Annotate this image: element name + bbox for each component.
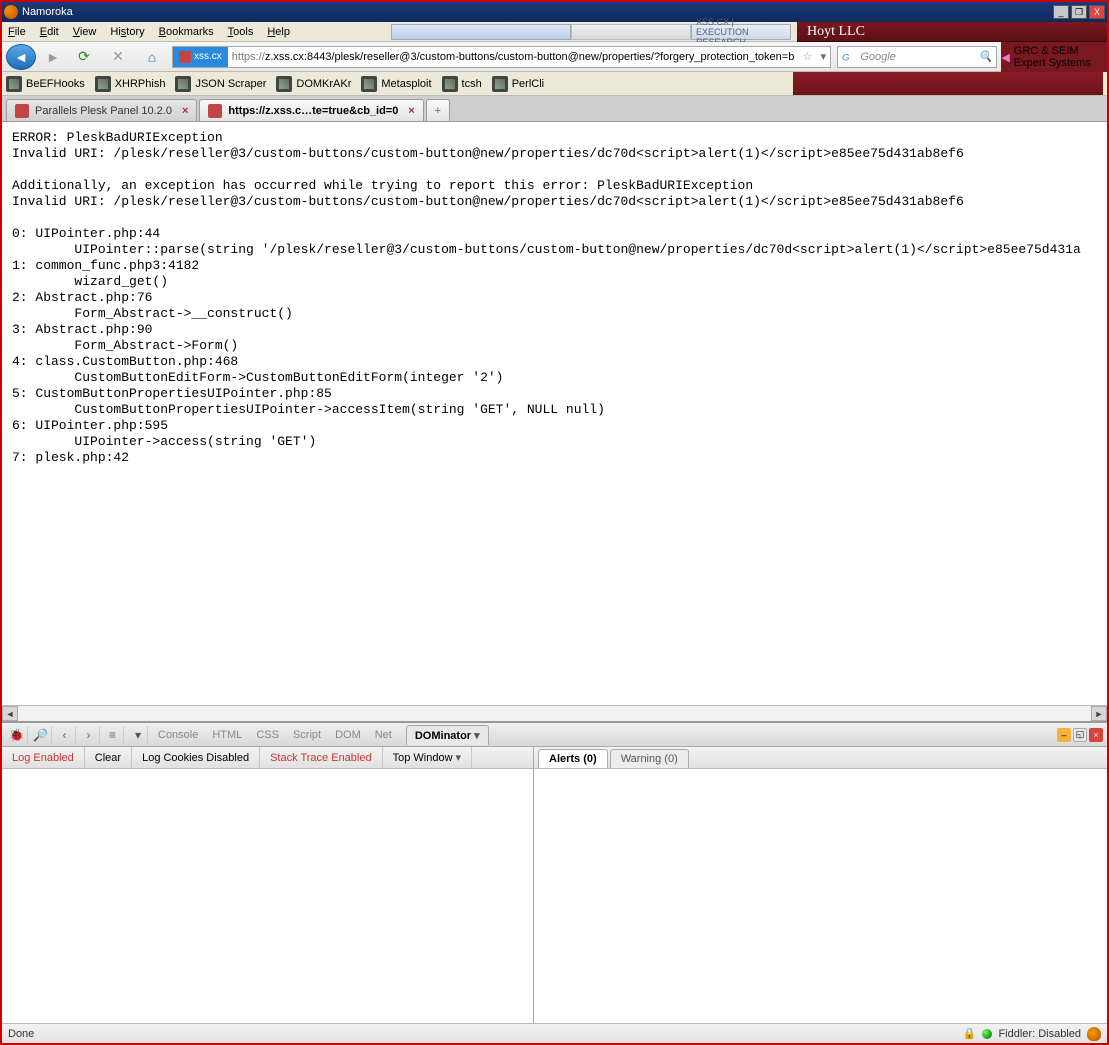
forward-button[interactable]: ►: [42, 46, 64, 68]
devtab-html[interactable]: HTML: [212, 729, 242, 741]
search-go-icon[interactable]: 🔍: [979, 50, 993, 63]
reload-button[interactable]: ⟳: [70, 45, 98, 69]
opt-log-enabled[interactable]: Log Enabled: [2, 747, 85, 768]
google-icon: G: [842, 50, 856, 64]
devtab-dominator[interactable]: DOMinator: [406, 725, 489, 745]
devtab-net[interactable]: Net: [375, 729, 392, 741]
scroll-left-icon[interactable]: ◄: [2, 706, 18, 721]
lock-icon: [963, 1027, 977, 1040]
url-dropdown-icon[interactable]: ▾: [816, 50, 830, 63]
minimize-button[interactable]: _: [1053, 5, 1069, 19]
dev-close-icon[interactable]: ×: [1089, 728, 1103, 742]
favicon-icon: [15, 104, 29, 118]
devtab-dom[interactable]: DOM: [335, 729, 361, 741]
bookmark-icon: [175, 76, 191, 92]
app-icon: [4, 5, 18, 19]
bookmark-star-icon[interactable]: ☆: [798, 50, 816, 63]
maximize-button[interactable]: ❐: [1071, 5, 1087, 19]
menu-history[interactable]: History: [110, 26, 144, 38]
nav-next-icon[interactable]: ›: [78, 726, 100, 744]
menu-view[interactable]: View: [73, 26, 97, 38]
menu-file[interactable]: File: [8, 26, 26, 38]
url-bar[interactable]: xss.cx https://z.xss.cx:8443/plesk/resel…: [172, 46, 831, 68]
tab-label: https://z.xss.c…te=true&cb_id=0: [228, 105, 398, 117]
bookmark-icon: [276, 76, 292, 92]
tab-label: Parallels Plesk Panel 10.2.0: [35, 105, 172, 117]
bookmark-xhrphish[interactable]: XHRPhish: [95, 76, 166, 92]
dev-right-panel: [534, 769, 1107, 1023]
search-placeholder: Google: [860, 51, 895, 63]
fiddler-status[interactable]: Fiddler: Disabled: [998, 1028, 1081, 1040]
panel-menu-icon[interactable]: [126, 726, 148, 744]
inspect-icon[interactable]: 🔎: [30, 726, 52, 744]
grc-label: GRC & SEIM Expert Systems: [1014, 45, 1107, 69]
page-body: ERROR: PleskBadURIException Invalid URI:…: [2, 122, 1107, 705]
menu-edit[interactable]: Edit: [40, 26, 59, 38]
svg-text:G: G: [842, 52, 850, 63]
status-text: Done: [8, 1028, 34, 1040]
tab-xss-research[interactable]: XSS.CX | EXECUTION RESEARCH: [691, 24, 791, 40]
status-dot-icon: [982, 1029, 992, 1039]
bookmark-icon: [361, 76, 377, 92]
home-button[interactable]: ⌂: [138, 45, 166, 69]
firebug-status-icon[interactable]: [1087, 1027, 1101, 1041]
righttab-alerts[interactable]: Alerts (0): [538, 749, 608, 768]
site-identity[interactable]: xss.cx: [173, 47, 228, 67]
window-title: Namoroka: [22, 6, 1053, 18]
site-identity-label: xss.cx: [194, 51, 222, 62]
scroll-right-icon[interactable]: ►: [1091, 706, 1107, 721]
bookmark-beefhooks[interactable]: BeEFHooks: [6, 76, 85, 92]
menu-bookmarks[interactable]: Bookmarks: [159, 26, 214, 38]
righttab-warning[interactable]: Warning (0): [610, 749, 689, 768]
close-button[interactable]: X: [1089, 5, 1105, 19]
tab-close-icon[interactable]: ×: [408, 105, 414, 117]
nav-prev-icon[interactable]: ‹: [54, 726, 76, 744]
tab-current[interactable]: https://z.xss.c…te=true&cb_id=0 ×: [199, 99, 423, 121]
opt-top-window[interactable]: Top Window: [383, 747, 472, 768]
tab-close-icon[interactable]: ×: [182, 105, 188, 117]
opt-clear[interactable]: Clear: [85, 747, 132, 768]
dev-popout-icon[interactable]: ◱: [1073, 728, 1087, 742]
lines-icon[interactable]: ≡: [102, 726, 124, 744]
bookmark-perlcli[interactable]: PerlCli: [492, 76, 544, 92]
favicon-icon: [208, 104, 222, 118]
url-text[interactable]: https://z.xss.cx:8443/plesk/reseller@3/c…: [228, 51, 799, 63]
dev-left-panel: [2, 769, 534, 1023]
tab-plesk-panel[interactable]: Parallels Plesk Panel 10.2.0 ×: [6, 99, 197, 121]
opt-stack-trace[interactable]: Stack Trace Enabled: [260, 747, 383, 768]
search-box[interactable]: G Google 🔍: [837, 46, 997, 68]
bookmark-icon: [6, 76, 22, 92]
firebug-icon[interactable]: 🐞: [6, 726, 28, 744]
bookmark-metasploit[interactable]: Metasploit: [361, 76, 431, 92]
menu-tools[interactable]: Tools: [228, 26, 254, 38]
favicon-icon: [179, 51, 191, 63]
menu-help[interactable]: Help: [267, 26, 290, 38]
stop-button[interactable]: ✕: [104, 45, 132, 69]
horizontal-scrollbar[interactable]: ◄ ►: [2, 705, 1107, 721]
bookmark-icon: [442, 76, 458, 92]
bookmark-tcsh[interactable]: tcsh: [442, 76, 482, 92]
opt-cookies[interactable]: Log Cookies Disabled: [132, 747, 260, 768]
brand-hoyt: Hoyt LLC: [797, 22, 1107, 42]
devtab-css[interactable]: CSS: [256, 729, 279, 741]
caret-left-icon: ◀: [1001, 51, 1009, 64]
back-button[interactable]: ◄: [6, 44, 36, 70]
dev-minimize-icon[interactable]: –: [1057, 728, 1071, 742]
bookmark-icon: [95, 76, 111, 92]
new-tab-button[interactable]: +: [426, 99, 450, 121]
scroll-track[interactable]: [18, 706, 1091, 721]
bookmark-domkrakr[interactable]: DOMKrAKr: [276, 76, 351, 92]
devtab-console[interactable]: Console: [158, 729, 198, 741]
devtab-script[interactable]: Script: [293, 729, 321, 741]
bookmark-icon: [492, 76, 508, 92]
bookmark-json-scraper[interactable]: JSON Scraper: [175, 76, 266, 92]
